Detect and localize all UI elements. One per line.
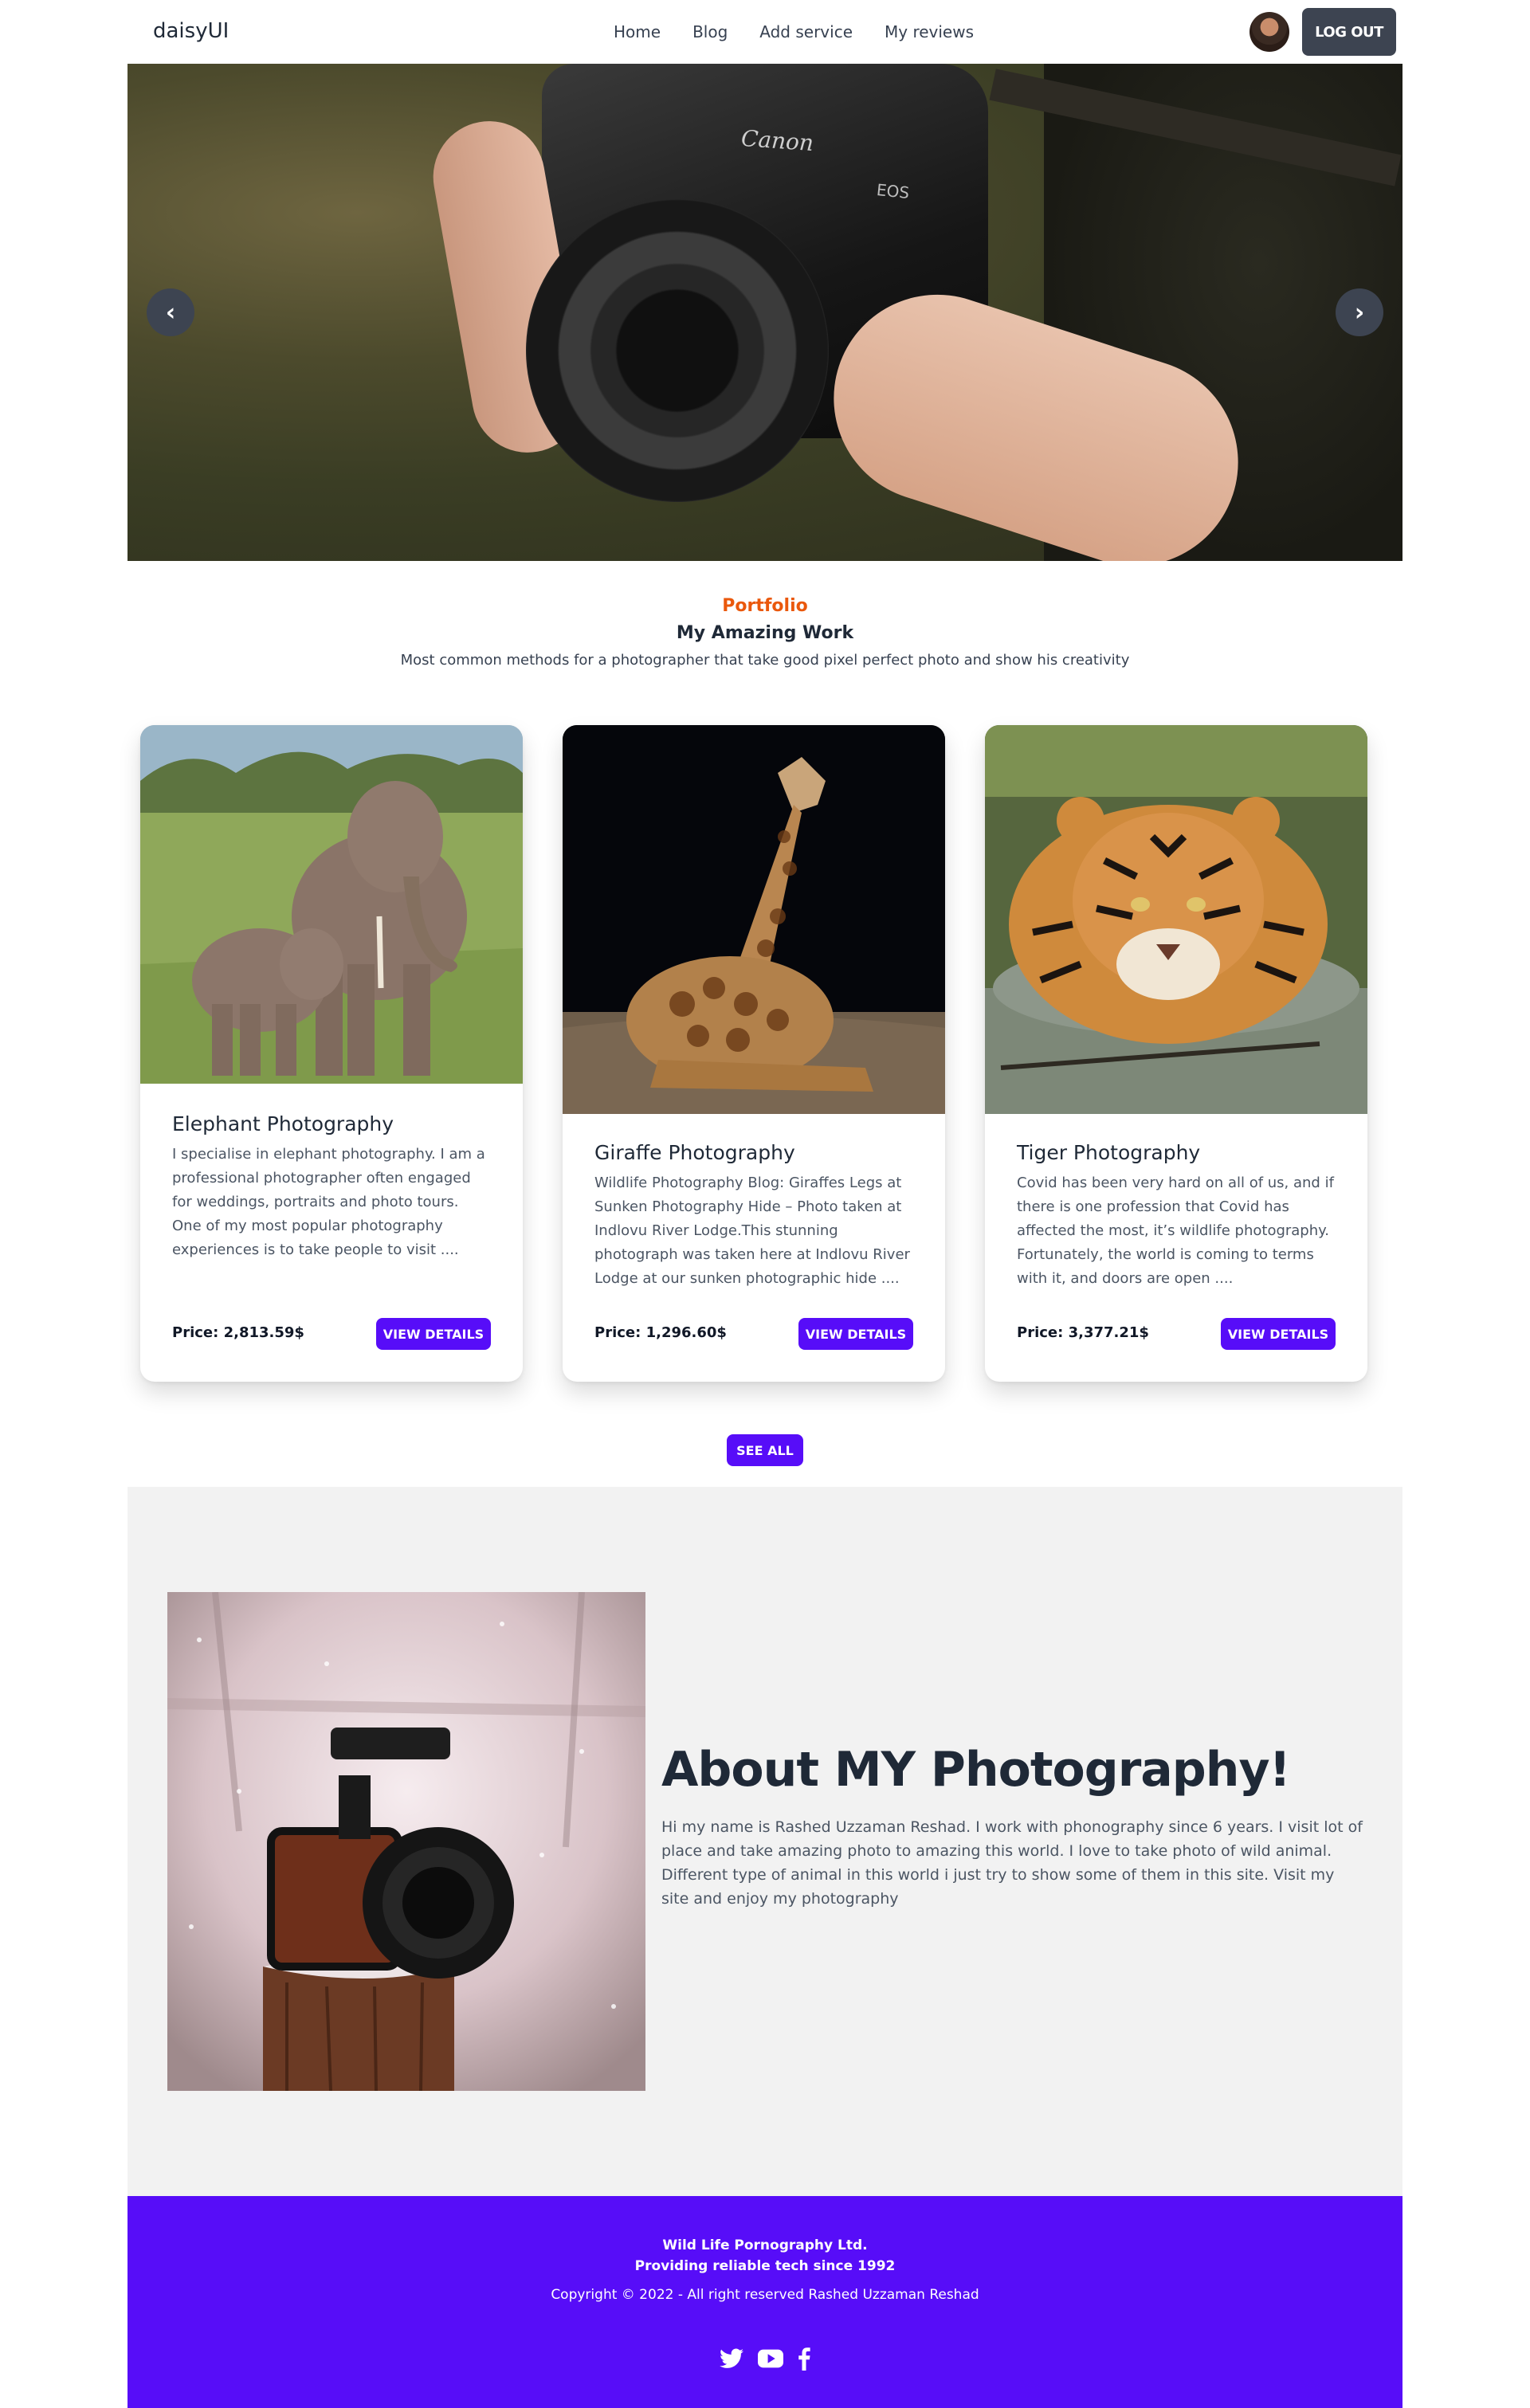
footer-copyright: Copyright © 2022 - All right reserved Ra… — [551, 2287, 979, 2303]
carousel-next-button[interactable]: › — [1336, 288, 1383, 336]
logout-button[interactable]: LOG OUT — [1302, 8, 1396, 56]
nav-link-blog[interactable]: Blog — [677, 16, 743, 48]
hero-carousel: Canon EOS ‹ › — [128, 64, 1402, 561]
nav-link-add-service[interactable]: Add service — [743, 16, 869, 48]
tiger-illustration — [985, 725, 1367, 1114]
camera-brand-mark: Canon — [740, 124, 815, 157]
see-all-button[interactable]: SEE ALL — [727, 1434, 803, 1466]
card-title: Giraffe Photography — [594, 1141, 795, 1164]
portfolio-description: Most common methods for a photographer t… — [400, 652, 1130, 669]
elephant-image — [140, 725, 523, 1084]
card-description: Wildlife Photography Blog: Giraffes Legs… — [594, 1175, 910, 1287]
nav-menu: Home Blog Add service My reviews — [598, 0, 990, 64]
card-title: Tiger Photography — [1017, 1141, 1201, 1164]
nav-link-my-reviews[interactable]: My reviews — [869, 16, 990, 48]
footer-company: Wild Life Pornography Ltd. — [662, 2237, 868, 2253]
card-price: Price: 3,377.21$ — [1017, 1324, 1149, 1341]
user-avatar[interactable] — [1250, 12, 1289, 52]
facebook-icon[interactable] — [798, 2347, 810, 2375]
service-card-tiger: Tiger Photography Covid has been very ha… — [985, 725, 1367, 1382]
view-details-button[interactable]: VIEW DETAILS — [1221, 1318, 1336, 1350]
card-description: I specialise in elephant photography. I … — [172, 1146, 485, 1258]
twitter-icon[interactable] — [720, 2348, 743, 2373]
service-card-elephant: Elephant Photography I specialise in ele… — [140, 725, 523, 1382]
portfolio-title: My Amazing Work — [676, 623, 854, 643]
camera-on-stump-illustration — [167, 1592, 645, 2091]
view-details-button[interactable]: VIEW DETAILS — [376, 1318, 491, 1350]
footer: Wild Life Pornography Ltd. Providing rel… — [128, 2196, 1402, 2408]
about-title: About MY Photography! — [661, 1742, 1291, 1798]
nav-link-home[interactable]: Home — [598, 16, 677, 48]
about-section: About MY Photography! Hi my name is Rash… — [128, 1487, 1402, 2196]
giraffe-illustration — [563, 725, 945, 1114]
camera-model-mark: EOS — [875, 179, 911, 203]
elephant-illustration — [140, 725, 523, 1084]
view-details-button[interactable]: VIEW DETAILS — [798, 1318, 913, 1350]
card-description: Covid has been very hard on all of us, a… — [1017, 1175, 1334, 1287]
page: daisyUI Home Blog Add service My reviews… — [128, 0, 1402, 2408]
portfolio-tag: Portfolio — [722, 596, 808, 616]
footer-tagline: Providing reliable tech since 1992 — [634, 2258, 896, 2274]
social-links — [709, 2344, 821, 2376]
card-title: Elephant Photography — [172, 1112, 394, 1135]
about-camera-photo — [167, 1592, 645, 2091]
navbar: daisyUI Home Blog Add service My reviews… — [128, 0, 1402, 64]
card-price: Price: 1,296.60$ — [594, 1324, 727, 1341]
youtube-icon[interactable] — [758, 2349, 783, 2372]
carousel-prev-button[interactable]: ‹ — [147, 288, 194, 336]
card-price: Price: 2,813.59$ — [172, 1324, 304, 1341]
service-card-giraffe: Giraffe Photography Wildlife Photography… — [563, 725, 945, 1382]
about-text: Hi my name is Rashed Uzzaman Reshad. I w… — [661, 1818, 1363, 1908]
brand-logo[interactable]: daisyUI — [153, 19, 229, 43]
giraffe-image — [563, 725, 945, 1114]
tiger-image — [985, 725, 1367, 1114]
